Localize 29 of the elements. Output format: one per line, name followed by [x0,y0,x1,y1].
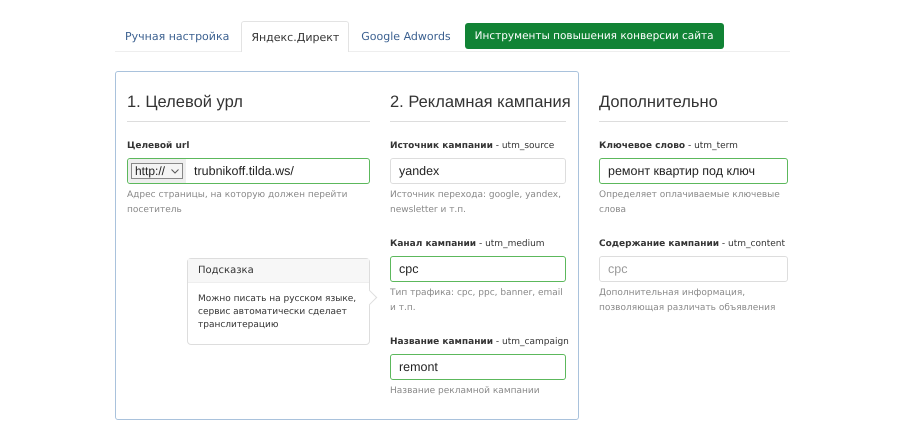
tab[interactable]: Яндекс.Директ [241,21,350,52]
protocol-select[interactable]: http:// [131,163,184,179]
url-input[interactable]: trubnikoff.tilda.ws/ [186,160,369,182]
field-label: Целевой url [127,140,190,153]
field-label: Название кампании - utm_campaign [390,336,566,349]
field-label: Ключевое слово - utm_term [599,140,739,153]
caret-icon [171,168,180,174]
tab[interactable]: Google Adwords [351,21,461,51]
help-text: Тип трафика: cpc, ppc, banner, email и т.п. [390,287,564,315]
popover-title: Подсказка [188,259,369,283]
field-label: Содержание кампании - utm_content [599,238,786,251]
input-field[interactable]: cpc [599,256,788,282]
field-label: Источник кампании - utm_source [390,140,556,153]
tab[interactable]: Ручная настройка [115,21,240,51]
conversion-tools-button[interactable]: Инструменты повышения конверсии сайта [464,23,724,49]
help-text: Определяет оплачиваемые ключевые слова [599,189,781,217]
section-heading: Дополнительно [599,91,788,122]
help-text: Адрес страницы, на которую должен перейти посетитель [127,189,348,217]
popover-text: Можно писать на русском языке, сервис автоматически сделает транслитерацию [197,293,358,332]
help-text: Название рекламной кампании [390,385,541,398]
help-text: Источник перехода: google, yandex, newsletter и т.п. [390,189,562,217]
input-field[interactable]: ремонт квартир под ключ [599,158,788,184]
help-text: Дополнительная информация, позволяющая различать объявления [599,287,776,315]
section-heading: 1. Целевой урл [127,91,370,122]
url-field[interactable]: http:// trubnikoff.tilda.ws/ [127,158,370,184]
field-label: Канал кампании - utm_medium [390,238,546,251]
input-field[interactable]: yandex [390,158,566,184]
input-field[interactable]: cpc [390,256,566,282]
input-field[interactable]: remont [390,354,566,380]
